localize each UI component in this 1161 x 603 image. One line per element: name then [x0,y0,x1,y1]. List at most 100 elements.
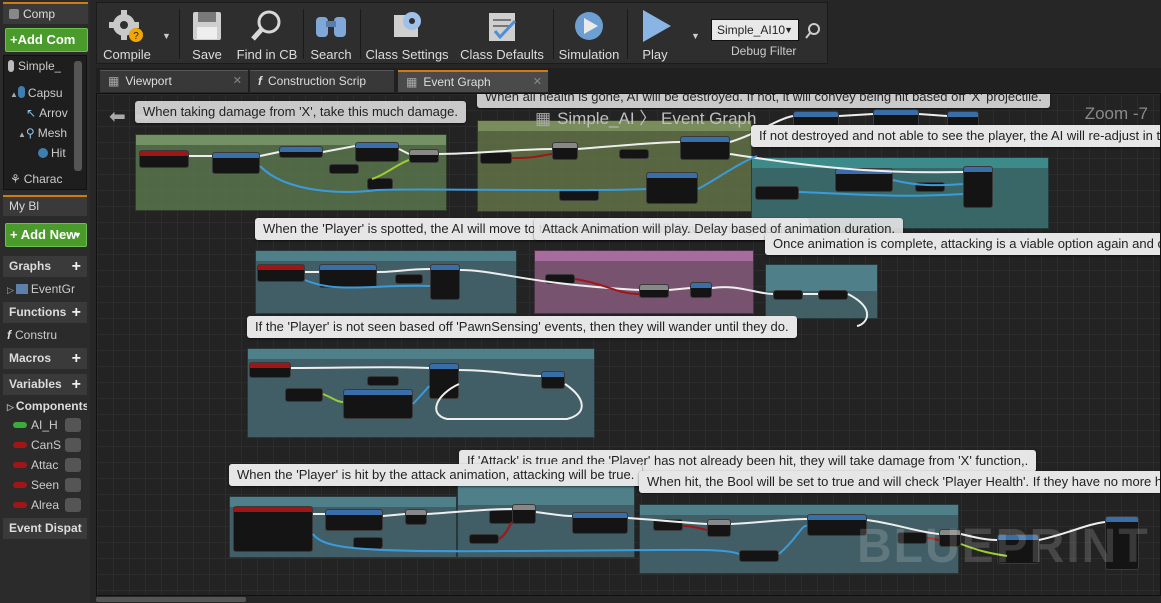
movement-icon: ⚘ [10,172,21,186]
tree-item-capsule[interactable]: ▲ Capsu [10,86,63,100]
variable-type-pill [13,462,27,468]
save-button[interactable]: Save [183,5,231,63]
add-variable-icon[interactable]: + [72,374,81,395]
exec-wire [535,511,573,517]
variable-name: CanS [31,438,62,452]
comment-bubble[interactable]: When the 'Player' is hit by the attack a… [229,464,643,486]
svg-text:?: ? [133,31,139,42]
event-dispatchers-section[interactable]: Event Dispat [3,518,87,539]
tree-item-character-movement[interactable]: ⚘ Charac [10,172,62,186]
debug-object-select[interactable]: Simple_AI10 ▼ [711,19,799,41]
variable-row[interactable]: Attac [3,455,87,475]
components-tree: Simple_ ▲ Capsu ↖ Arrov ▲⚲ Mesh Hit ⚘ Charac [3,55,87,190]
variable-row[interactable]: AI_H [3,415,87,435]
comment-bubble[interactable]: If not destroyed and not able to see the… [751,125,1160,147]
play-button[interactable]: Play [631,5,679,63]
data-wire [778,524,808,555]
visibility-eye-icon[interactable] [65,438,81,452]
construction-script-item[interactable]: f Constru [3,325,87,345]
event-graph-canvas[interactable]: ⬅ ➡ ▦Simple_AI 〉 Event Graph Zoom -7 BLU… [96,93,1161,596]
tree-item-arrow[interactable]: ↖ Arrov [26,106,68,120]
exec-wire [382,513,406,517]
variables-section[interactable]: Variables + [3,374,87,395]
exec-wire [730,518,808,525]
tree-item-character-movement-label: Charac [23,172,63,186]
class-settings-gear-icon [388,7,426,45]
graph-horizontal-scrollbar[interactable] [96,597,246,602]
data-wire [892,179,964,187]
close-icon[interactable]: ✕ [233,71,242,92]
play-label: Play [642,47,668,62]
data-wire [312,533,740,555]
class-defaults-button[interactable]: Class Defaults [457,5,547,63]
functions-section[interactable]: Functions + [3,302,87,323]
toolbar-divider [553,9,554,59]
compile-options-chevron-icon[interactable]: ▼ [162,31,171,41]
event-graph-item[interactable]: ▷ EventGr [3,279,87,299]
data-wire [322,393,344,403]
tree-scrollbar[interactable] [74,61,82,171]
tab-event-graph[interactable]: ▦ Event Graph ✕ [398,70,548,92]
debug-search-icon[interactable] [804,22,822,40]
actor-icon [8,60,14,72]
simulation-button[interactable]: Simulation [557,5,621,63]
add-graph-icon[interactable]: + [72,256,81,277]
close-icon[interactable]: ✕ [533,72,542,92]
variable-type-pill [13,442,27,448]
add-component-button[interactable]: +Add Com [5,28,88,52]
exec-wire [398,148,410,155]
class-settings-button[interactable]: Class Settings [365,5,449,63]
my-blueprint-tab[interactable]: My Bl [3,195,87,216]
debug-filter-label: Debug Filter [731,44,797,58]
construction-script-label: Constru [15,328,58,342]
tree-item-capsule-label: Capsu [27,86,63,100]
visibility-eye-icon[interactable] [65,418,81,432]
tab-viewport[interactable]: ▦ Viewport ✕ [100,70,248,92]
components-category[interactable]: ▷ Components [3,396,87,416]
add-macro-icon[interactable]: + [72,348,81,369]
breadcrumb-text: Simple_AI 〉 Event Graph [557,109,757,128]
tree-item-hit[interactable]: Hit [38,146,66,160]
chevron-down-icon: ▼ [784,25,793,35]
visibility-eye-icon[interactable] [65,478,81,492]
function-icon: f [7,328,11,342]
comment-bubble[interactable]: When hit, the Bool will be set to true a… [639,471,1160,493]
toolbar-divider [627,9,628,59]
graphs-section[interactable]: Graphs + [3,256,87,277]
comment-bubble[interactable]: Once animation is complete, attacking is… [765,233,1160,255]
find-in-cb-button[interactable]: Find in CB [235,5,299,63]
add-new-button[interactable]: + Add New ▼ [5,223,87,247]
play-icon [636,7,674,45]
variable-row[interactable]: Alrea [3,495,87,515]
macros-section[interactable]: Macros + [3,348,87,369]
add-function-icon[interactable]: + [72,302,81,323]
variable-row[interactable]: Seen [3,475,87,495]
comment-bubble[interactable]: When taking damage from 'X', take this m… [135,101,466,123]
exec-wire [376,268,431,273]
components-tab-label: Comp [23,7,56,21]
back-arrow-icon[interactable]: ⬅ [109,104,126,129]
exec-wire [438,148,553,155]
event-graph-label: EventGr [30,282,75,296]
play-options-chevron-icon[interactable]: ▼ [691,31,700,41]
event-graph-icon: ▦ [406,75,418,89]
variable-row[interactable]: CanS [3,435,87,455]
function-icon: f [258,74,262,88]
visibility-eye-icon[interactable] [65,458,81,472]
search-button[interactable]: Search [307,5,355,63]
visibility-eye-icon[interactable] [65,498,81,512]
compile-button[interactable]: ? Compile [99,5,155,63]
tree-item-arrow-label: Arrov [39,106,68,120]
comment-bubble[interactable]: If the 'Player' is not seen based off 'P… [247,316,797,338]
tab-construction-script[interactable]: f Construction Scrip [250,70,394,92]
variable-name: Attac [31,458,59,472]
graph-icon [15,284,28,294]
tree-item-self[interactable]: Simple_ [8,59,61,73]
add-new-label: + Add New [10,227,77,242]
class-defaults-label: Class Defaults [460,47,544,62]
data-wire [498,521,513,540]
left-panel: Comp +Add Com Simple_ ▲ Capsu ↖ Arrov ▲⚲ Me… [0,0,90,603]
components-tab[interactable]: Comp [3,2,88,24]
tree-item-mesh[interactable]: ▲⚲ Mesh [18,126,67,140]
comment-bubble[interactable]: When all health is gone, AI will be dest… [477,94,1050,108]
